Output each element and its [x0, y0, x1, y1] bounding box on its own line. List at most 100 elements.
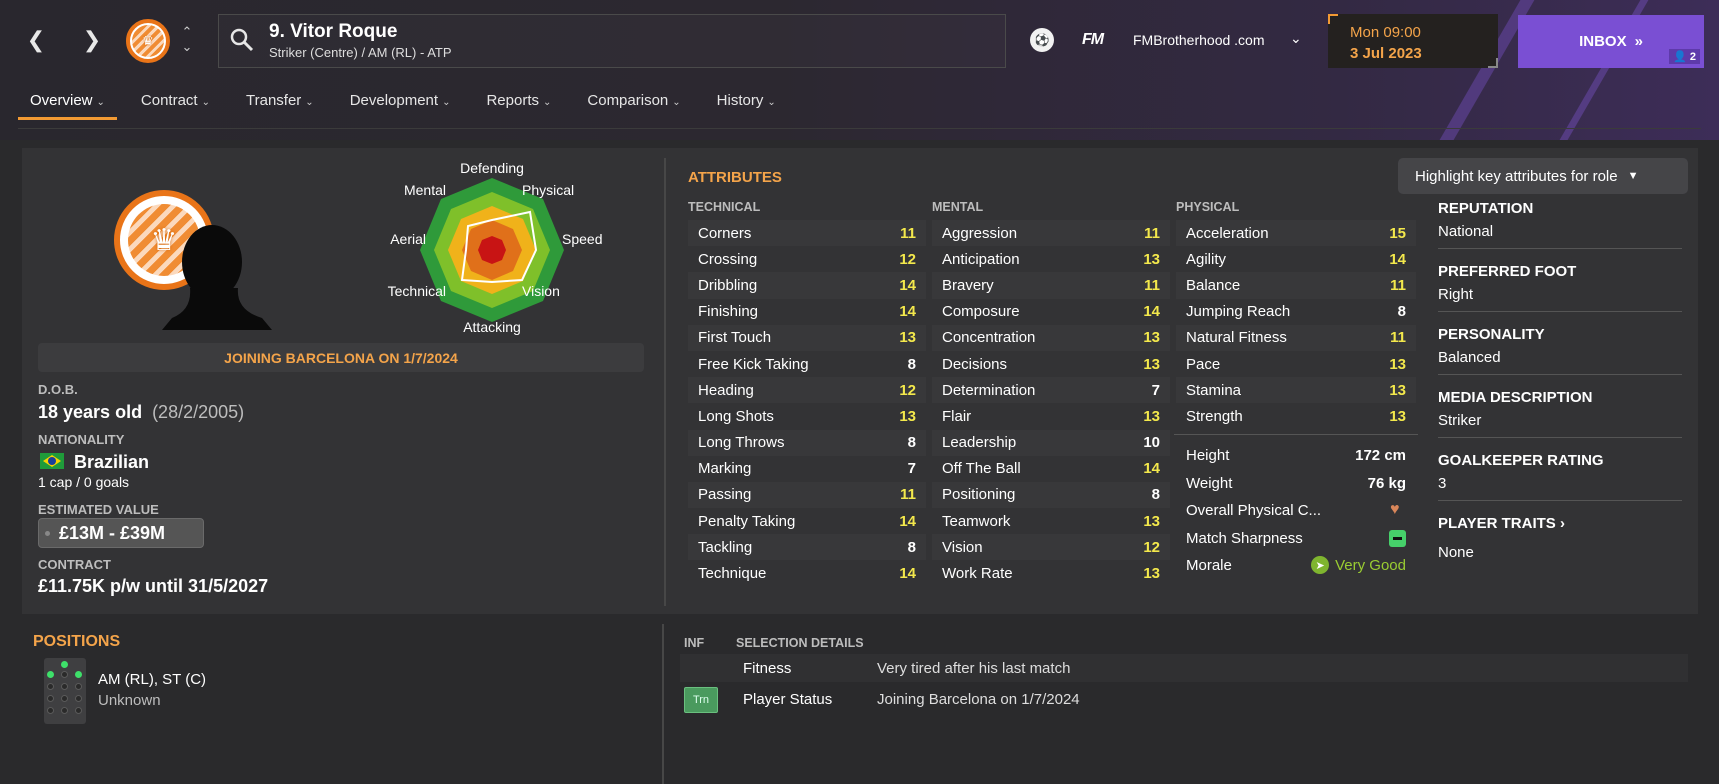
chevron-down-icon: ⌄: [543, 97, 552, 108]
attribute-value: 8: [907, 538, 916, 556]
attribute-value: 11: [1390, 329, 1406, 347]
attribute-row[interactable]: Tackling 8: [688, 534, 926, 561]
chevron-up-icon[interactable]: ⌃: [178, 24, 196, 39]
height-label: Height: [1186, 446, 1230, 464]
inbox-count-badge: 👤 2: [1669, 49, 1700, 64]
tab-reports[interactable]: Reports ⌄: [474, 86, 563, 120]
physical-condition-row[interactable]: Overall Physical C... ♥: [1176, 497, 1416, 523]
attribute-row[interactable]: Dribbling 14: [688, 272, 926, 299]
tab-history[interactable]: History ⌄: [705, 86, 788, 120]
preferred-foot-label: PREFERRED FOOT: [1438, 263, 1577, 280]
attribute-value: 12: [1143, 538, 1160, 556]
personality-value: Balanced: [1438, 349, 1682, 375]
chevron-down-icon[interactable]: ⌄: [178, 39, 196, 54]
club-badge-button[interactable]: ♛: [126, 19, 170, 63]
attribute-row[interactable]: Flair 13: [932, 403, 1170, 429]
reputation-label: REPUTATION: [1438, 200, 1534, 217]
attribute-row[interactable]: Anticipation 13: [932, 246, 1170, 272]
tab-transfer[interactable]: Transfer ⌄: [234, 86, 326, 120]
attribute-row[interactable]: Free Kick Taking 8: [688, 351, 926, 377]
attribute-row[interactable]: Acceleration 15: [1176, 220, 1416, 247]
tab-label: Reports: [486, 92, 539, 109]
attribute-row[interactable]: Decisions 13: [932, 351, 1170, 377]
attribute-row[interactable]: Positioning 8: [932, 481, 1170, 509]
attribute-row[interactable]: Heading 12: [688, 377, 926, 404]
attribute-row[interactable]: Pace 13: [1176, 351, 1416, 377]
attribute-name: Technique: [698, 565, 767, 583]
attribute-name: Bravery: [942, 276, 994, 294]
attribute-row[interactable]: Vision 12: [932, 534, 1170, 561]
back-button[interactable]: ❮: [20, 24, 52, 56]
attribute-row[interactable]: Long Shots 13: [688, 403, 926, 429]
attribute-row[interactable]: Stamina 13: [1176, 377, 1416, 404]
tab-development[interactable]: Development ⌄: [338, 86, 463, 120]
attribute-row[interactable]: Strength 13: [1176, 403, 1416, 429]
attribute-row[interactable]: Aggression 11: [932, 220, 1170, 247]
attribute-row[interactable]: Bravery 11: [932, 272, 1170, 299]
attribute-name: Aggression: [942, 224, 1018, 242]
attribute-row[interactable]: Balance 11: [1176, 272, 1416, 299]
chevron-down-icon: ⌄: [305, 97, 314, 108]
position-dot: [75, 707, 82, 714]
tab-contract[interactable]: Contract ⌄: [129, 86, 222, 120]
attribute-value: 10: [1143, 434, 1160, 452]
site-menu[interactable]: FMBrotherhood .com: [1133, 32, 1265, 48]
selection-row-player-status[interactable]: Player Status Joining Barcelona on 1/7/2…: [680, 685, 1688, 713]
attribute-row[interactable]: Corners 11: [688, 220, 926, 247]
attribute-row[interactable]: Penalty Taking 14: [688, 508, 926, 534]
player-traits-link[interactable]: PLAYER TRAITS ›: [1438, 515, 1682, 532]
radar-ring: [478, 236, 506, 264]
match-sharpness-row[interactable]: Match Sharpness: [1176, 525, 1416, 551]
morale-row[interactable]: Morale ➤ Very Good: [1176, 552, 1416, 578]
selection-value: Joining Barcelona on 1/7/2024: [877, 690, 1080, 708]
selection-row-fitness[interactable]: Fitness Very tired after his last match: [680, 654, 1688, 682]
media-description-block: MEDIA DESCRIPTION Striker: [1438, 389, 1682, 438]
dob-value: 18 years old (28/2/2005): [38, 402, 244, 423]
attribute-row[interactable]: Determination 7: [932, 377, 1170, 404]
attribute-row[interactable]: Agility 14: [1176, 246, 1416, 272]
attribute-row[interactable]: Marking 7: [688, 456, 926, 482]
technical-header: TECHNICAL: [688, 200, 761, 214]
game-date-panel[interactable]: Mon 09:00 3 Jul 2023: [1328, 14, 1498, 68]
attribute-row[interactable]: Teamwork 13: [932, 508, 1170, 534]
nationality-value[interactable]: Brazilian: [74, 452, 149, 473]
tab-overview[interactable]: Overview ⌄: [18, 86, 117, 120]
estimated-value-label: ESTIMATED VALUE: [38, 502, 159, 517]
player-traits-block[interactable]: PLAYER TRAITS › None: [1438, 515, 1682, 569]
fm-logo[interactable]: FM: [1082, 31, 1104, 49]
search-icon[interactable]: [229, 27, 255, 53]
attribute-row[interactable]: Off The Ball 14: [932, 456, 1170, 482]
attribute-row[interactable]: Long Throws 8: [688, 429, 926, 456]
tab-comparison[interactable]: Comparison ⌄: [575, 86, 692, 120]
attribute-value: 13: [899, 329, 916, 347]
attribute-value: 8: [1151, 486, 1160, 504]
tab-label: Comparison: [587, 92, 669, 109]
chevron-down-icon[interactable]: ⌄: [1290, 30, 1302, 47]
player-cycle-control[interactable]: ⌃ ⌄: [178, 24, 196, 54]
attribute-row[interactable]: Work Rate 13: [932, 560, 1170, 586]
attribute-value: 14: [1389, 250, 1406, 268]
attribute-row[interactable]: Concentration 13: [932, 324, 1170, 351]
position-pitch-diagram[interactable]: [44, 658, 86, 724]
inbox-button[interactable]: INBOX » 👤 2: [1518, 15, 1704, 68]
forward-button[interactable]: ❯: [76, 24, 108, 56]
highlight-role-dropdown[interactable]: Highlight key attributes for role ▼: [1398, 158, 1688, 194]
attribute-row[interactable]: Crossing 12: [688, 246, 926, 272]
chevron-down-icon: ⌄: [767, 97, 776, 108]
estimated-value-tag[interactable]: £13M - £39M: [38, 518, 204, 548]
morale-text: Very Good: [1335, 556, 1406, 574]
attribute-row[interactable]: Passing 11: [688, 481, 926, 509]
attribute-row[interactable]: Leadership 10: [932, 429, 1170, 456]
attribute-row[interactable]: Technique 14: [688, 560, 926, 586]
attribute-row[interactable]: Composure 14: [932, 299, 1170, 325]
attribute-row[interactable]: Natural Fitness 11: [1176, 324, 1416, 351]
selection-key: Player Status: [743, 690, 833, 708]
attribute-row[interactable]: First Touch 13: [688, 324, 926, 351]
player-search-box[interactable]: 9. Vitor Roque Striker (Centre) / AM (RL…: [218, 14, 1006, 68]
morale-value: ➤ Very Good: [1311, 556, 1406, 574]
birth-date: (28/2/2005): [152, 402, 245, 422]
player-traits-label: PLAYER TRAITS: [1438, 515, 1556, 532]
attribute-row[interactable]: Finishing 14: [688, 299, 926, 325]
attribute-row[interactable]: Jumping Reach 8: [1176, 299, 1416, 325]
globe-icon[interactable]: ⚽: [1030, 28, 1054, 52]
